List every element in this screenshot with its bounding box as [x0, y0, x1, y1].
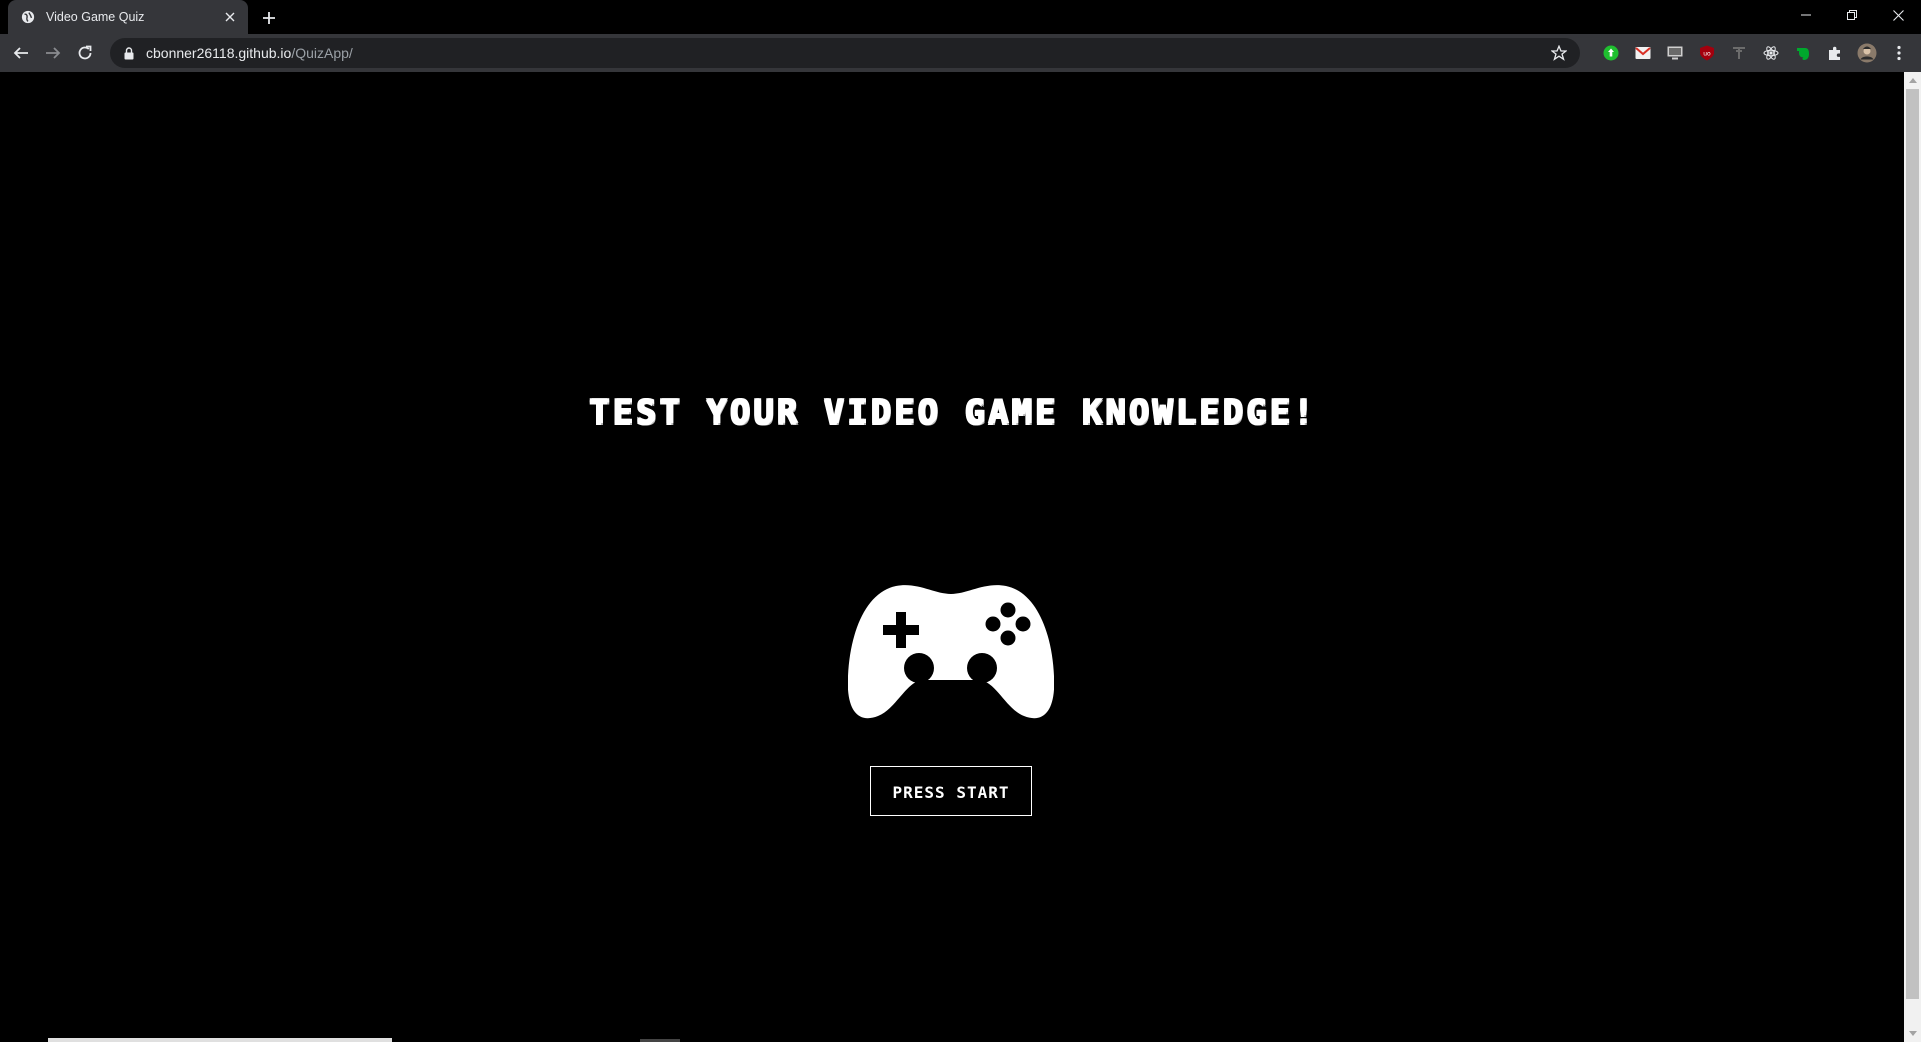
tab-video-game-quiz[interactable]: Video Game Quiz: [8, 0, 248, 34]
scroll-down-arrow-icon[interactable]: [1904, 1025, 1921, 1042]
forward-button[interactable]: [38, 38, 68, 68]
close-icon: [1892, 9, 1904, 21]
page-viewport: TEST YOUR VIDEO GAME KNOWLEDGE! PRESS ST…: [0, 72, 1904, 1042]
page-headline: TEST YOUR VIDEO GAME KNOWLEDGE!: [588, 392, 1316, 432]
url-path: /QuizApp/: [291, 45, 353, 61]
green-extension-icon[interactable]: [1595, 38, 1627, 68]
restore-icon: [1847, 10, 1857, 20]
back-arrow-icon: [13, 47, 28, 59]
ublock-extension-icon[interactable]: uo: [1691, 38, 1723, 68]
evernote-icon[interactable]: [1787, 38, 1819, 68]
new-tab-button[interactable]: [256, 5, 282, 31]
scroll-up-arrow-icon[interactable]: [1904, 72, 1921, 89]
plus-icon: [263, 12, 275, 24]
tab-close-icon[interactable]: [220, 7, 240, 27]
url-host: cbonner26118.github.io: [146, 45, 292, 61]
game-controller-icon: [848, 585, 1054, 719]
close-window-button[interactable]: [1875, 0, 1921, 30]
restore-button[interactable]: [1829, 0, 1875, 30]
browser-toolbar: cbonner26118.github.io/QuizApp/ uo: [0, 34, 1921, 72]
scrollbar-thumb[interactable]: [1906, 89, 1919, 999]
puzzle-extensions-icon[interactable]: [1819, 38, 1851, 68]
browser-window: Video Game Quiz cbonner26118.github.io/Q…: [0, 0, 1921, 1042]
lock-icon[interactable]: [122, 46, 136, 60]
forward-arrow-icon: [46, 47, 61, 59]
vertical-scrollbar[interactable]: [1904, 72, 1921, 1042]
window-controls: [1783, 0, 1921, 30]
svg-text:uo: uo: [1703, 51, 1711, 58]
globe-icon: [20, 9, 36, 25]
horizontal-scroll-indicator: [48, 1038, 392, 1042]
bookmark-star-icon[interactable]: [1550, 44, 1568, 62]
tab-strip: Video Game Quiz: [0, 0, 1921, 34]
react-devtools-icon[interactable]: [1755, 38, 1787, 68]
extensions-bar: uo: [1595, 38, 1915, 68]
screen-extension-icon[interactable]: [1659, 38, 1691, 68]
address-bar[interactable]: cbonner26118.github.io/QuizApp/: [110, 38, 1580, 68]
reload-button[interactable]: [70, 38, 100, 68]
grey-extension-icon[interactable]: [1723, 38, 1755, 68]
press-start-button[interactable]: PRESS START: [870, 766, 1032, 816]
url-text: cbonner26118.github.io/QuizApp/: [146, 45, 353, 61]
profile-avatar[interactable]: [1851, 38, 1883, 68]
reload-icon: [78, 45, 92, 60]
kebab-menu-icon[interactable]: [1883, 38, 1915, 68]
back-button[interactable]: [6, 38, 36, 68]
tab-title: Video Game Quiz: [46, 10, 145, 24]
gmail-extension-icon[interactable]: [1627, 38, 1659, 68]
minimize-button[interactable]: [1783, 0, 1829, 30]
minimize-icon: [1801, 14, 1811, 16]
